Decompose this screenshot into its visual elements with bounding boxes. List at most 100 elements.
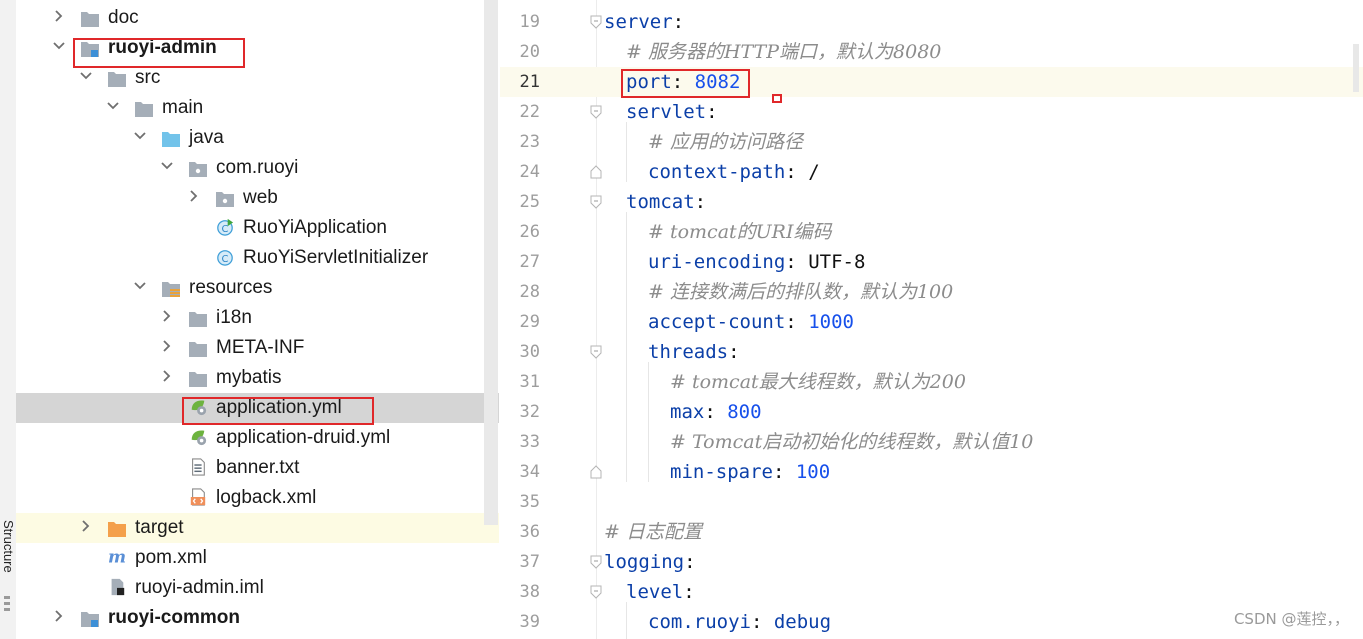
code-line[interactable]: 37 logging: bbox=[500, 547, 1363, 577]
yaml-key: servlet bbox=[626, 101, 707, 123]
chevron-right-icon[interactable] bbox=[187, 189, 201, 203]
yaml-colon: : bbox=[785, 161, 797, 183]
fold-open-icon[interactable] bbox=[590, 585, 602, 599]
code-line[interactable]: 34 min-spare: 100 bbox=[500, 457, 1363, 487]
code-line[interactable]: 26 # tomcat的URI编码 bbox=[500, 217, 1363, 247]
tree-node-meta-inf[interactable]: META-INF bbox=[16, 333, 499, 363]
line-number: 32 bbox=[519, 402, 540, 422]
code-line[interactable]: 23 # 应用的访问路径 bbox=[500, 127, 1363, 157]
spring-yaml-file-icon bbox=[191, 430, 207, 446]
tree-node-web[interactable]: web bbox=[16, 183, 499, 213]
yaml-value: 1000 bbox=[808, 311, 854, 333]
chevron-right-icon[interactable] bbox=[52, 9, 66, 23]
chevron-down-icon[interactable] bbox=[79, 69, 93, 83]
code-line[interactable]: 38 level: bbox=[500, 577, 1363, 607]
fold-open-icon[interactable] bbox=[590, 105, 602, 119]
code-line[interactable]: 25 tomcat: bbox=[500, 187, 1363, 217]
code-line[interactable]: 22 servlet: bbox=[500, 97, 1363, 127]
tree-node-ruoyi-admin[interactable]: ruoyi-admin bbox=[16, 33, 499, 63]
yaml-colon: : bbox=[684, 551, 696, 573]
code-line[interactable]: 29 accept-count: 1000 bbox=[500, 307, 1363, 337]
code-line[interactable]: 28 # 连接数满后的排队数，默认为100 bbox=[500, 277, 1363, 307]
yaml-key: threads bbox=[648, 341, 729, 363]
yaml-colon: : bbox=[785, 311, 797, 333]
chevron-down-icon[interactable] bbox=[52, 39, 66, 53]
tree-node-ruoyi-common[interactable]: ruoyi-common bbox=[16, 603, 499, 633]
tree-node-doc[interactable]: doc bbox=[16, 3, 499, 33]
yaml-colon: : bbox=[672, 11, 685, 33]
yaml-colon: : bbox=[671, 71, 684, 93]
tree-node-target[interactable]: target bbox=[16, 513, 499, 543]
chevron-right-icon[interactable] bbox=[160, 339, 174, 353]
tree-node-pom-xml[interactable]: m pom.xml bbox=[16, 543, 499, 573]
line-number: 20 bbox=[519, 42, 540, 62]
chevron-right-icon[interactable] bbox=[160, 309, 174, 323]
fold-open-icon[interactable] bbox=[590, 15, 602, 29]
code-line[interactable]: 30 threads: bbox=[500, 337, 1363, 367]
code-line[interactable]: 20 # 服务器的HTTP端口，默认为8080 bbox=[500, 37, 1363, 67]
package-icon bbox=[189, 162, 207, 177]
code-line[interactable]: 19 server: bbox=[500, 7, 1363, 37]
editor-scrollbar-thumb[interactable] bbox=[1353, 44, 1359, 92]
svg-text:C: C bbox=[222, 224, 229, 235]
module-folder-icon bbox=[81, 612, 99, 627]
tree-node-ruoyi-servlet-initializer[interactable]: C RuoYiServletInitializer bbox=[16, 243, 499, 273]
code-line[interactable]: 24 context-path: / bbox=[500, 157, 1363, 187]
editor-scrollbar[interactable] bbox=[1353, 0, 1361, 639]
tree-node-ruoyi-application[interactable]: C RuoYiApplication bbox=[16, 213, 499, 243]
tree-node-resources[interactable]: resources bbox=[16, 273, 499, 303]
chevron-down-icon[interactable] bbox=[133, 129, 147, 143]
tree-scrollbar[interactable] bbox=[484, 0, 498, 525]
fold-end-icon[interactable] bbox=[590, 165, 602, 179]
code-line[interactable]: 32 max: 800 bbox=[500, 397, 1363, 427]
yaml-comment: # tomcat的URI编码 bbox=[648, 221, 832, 243]
chevron-down-icon[interactable] bbox=[133, 279, 147, 293]
line-number: 39 bbox=[519, 612, 540, 632]
code-line-current[interactable]: 21 port: 8082 bbox=[500, 67, 1363, 97]
tree-node-label: com.ruoyi bbox=[216, 157, 299, 178]
resources-folder-icon bbox=[162, 282, 180, 297]
code-line[interactable]: 35 bbox=[500, 487, 1363, 517]
tree-node-label: ruoyi-common bbox=[108, 607, 240, 628]
chevron-right-icon[interactable] bbox=[160, 369, 174, 383]
chevron-down-icon[interactable] bbox=[106, 99, 120, 113]
chevron-right-icon[interactable] bbox=[79, 519, 93, 533]
structure-tab-label[interactable]: Structure bbox=[1, 520, 16, 573]
code-line[interactable]: 27 uri-encoding: UTF-8 bbox=[500, 247, 1363, 277]
fold-open-icon[interactable] bbox=[590, 555, 602, 569]
code-line[interactable]: 33 # Tomcat启动初始化的线程数，默认值10 bbox=[500, 427, 1363, 457]
code-line[interactable]: 36 # 日志配置 bbox=[500, 517, 1363, 547]
structure-tool-strip[interactable]: Structure bbox=[0, 0, 17, 639]
yaml-editor[interactable]: 19 server: 20 # 服务器的HTTP端口，默认为8080 21 po… bbox=[500, 0, 1363, 639]
tree-node-com-ruoyi[interactable]: com.ruoyi bbox=[16, 153, 499, 183]
yaml-colon: : bbox=[785, 251, 797, 273]
tree-node-mybatis[interactable]: mybatis bbox=[16, 363, 499, 393]
yaml-value: 8082 bbox=[694, 71, 741, 93]
tree-node-main[interactable]: main bbox=[16, 93, 499, 123]
fold-open-icon[interactable] bbox=[590, 195, 602, 209]
tree-node-banner-txt[interactable]: banner.txt bbox=[16, 453, 499, 483]
fold-end-icon[interactable] bbox=[590, 465, 602, 479]
chevron-down-icon[interactable] bbox=[160, 159, 174, 173]
yaml-value: debug bbox=[773, 611, 832, 633]
tree-node-ruoyi-admin-iml[interactable]: ruoyi-admin.iml bbox=[16, 573, 499, 603]
tree-node-logback-xml[interactable]: logback.xml bbox=[16, 483, 499, 513]
tree-node-application-druid-yml[interactable]: application-druid.yml bbox=[16, 423, 499, 453]
project-tree[interactable]: doc ruoyi-admin src main java com.ruoyi … bbox=[16, 0, 499, 639]
package-icon bbox=[216, 192, 234, 207]
strip-handle-icon bbox=[4, 602, 10, 605]
yaml-colon: : bbox=[704, 401, 716, 423]
tree-node-java[interactable]: java bbox=[16, 123, 499, 153]
tree-node-label: banner.txt bbox=[216, 457, 300, 478]
tree-node-i18n[interactable]: i18n bbox=[16, 303, 499, 333]
tree-node-application-yml[interactable]: application.yml bbox=[16, 393, 499, 423]
folder-icon bbox=[135, 102, 153, 117]
chevron-right-icon[interactable] bbox=[52, 609, 66, 623]
line-number: 22 bbox=[519, 102, 540, 122]
fold-open-icon[interactable] bbox=[590, 345, 602, 359]
spring-yaml-file-icon bbox=[191, 400, 207, 416]
tree-node-label: resources bbox=[189, 277, 273, 298]
yaml-value: UTF-8 bbox=[808, 251, 866, 273]
code-line[interactable]: 31 # tomcat最大线程数，默认为200 bbox=[500, 367, 1363, 397]
tree-node-src[interactable]: src bbox=[16, 63, 499, 93]
